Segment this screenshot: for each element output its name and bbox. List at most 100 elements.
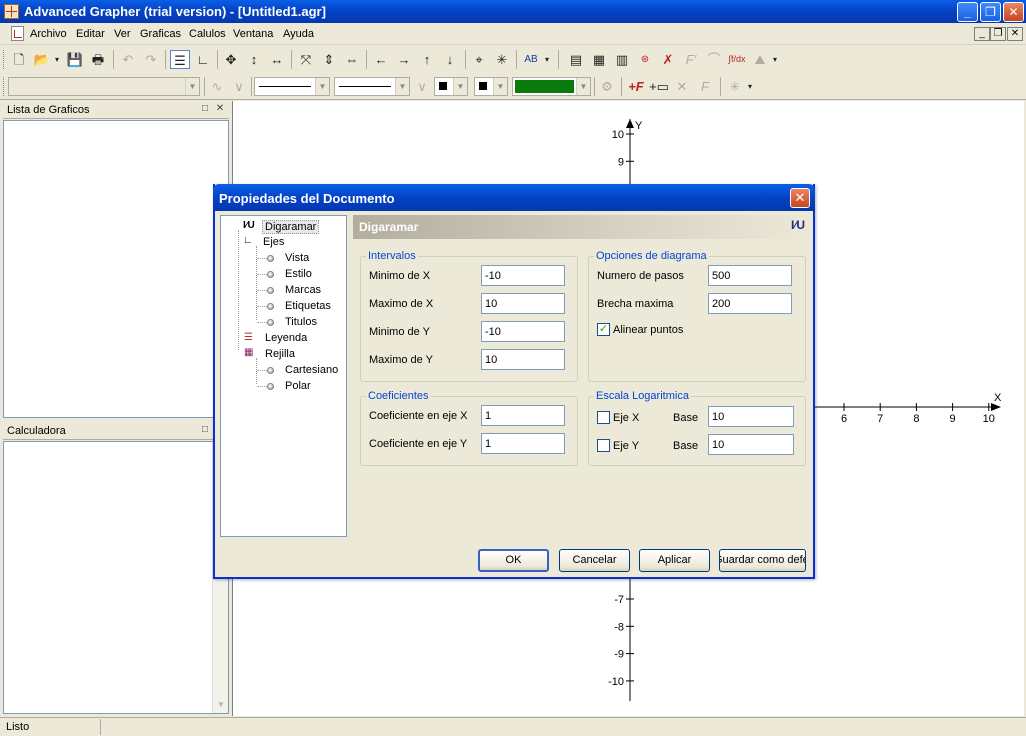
tree-item-cartesian[interactable]: Cartesiano — [285, 364, 338, 376]
menu-ver[interactable]: Ver — [114, 28, 131, 40]
arrow-left-icon[interactable]: ← — [371, 50, 391, 69]
sparkle-icon[interactable]: ✳ — [725, 77, 745, 96]
mdi-restore-button[interactable]: ❐ — [990, 27, 1006, 41]
mdi-minimize-button[interactable]: _ — [974, 27, 990, 41]
origin-icon[interactable]: ✳ — [492, 50, 512, 69]
graph-properties-icon[interactable]: ⚙ — [597, 77, 617, 96]
open-dropdown-icon[interactable]: ▾ — [52, 50, 62, 69]
dialog-title-bar[interactable]: Propiedades del Documento ✕ — [213, 184, 815, 211]
graph-list-panel[interactable] — [3, 120, 229, 418]
tree-item-labels[interactable]: Etiquetas — [285, 300, 331, 312]
text-label-dropdown-icon[interactable]: ▾ — [542, 50, 552, 69]
curve-smooth-icon[interactable]: ∿ — [207, 77, 227, 96]
toolbar-overflow-icon[interactable]: ▾ — [770, 50, 780, 69]
delete-graph-icon[interactable]: ✕ — [672, 77, 692, 96]
open-folder-icon[interactable]: 📂 — [32, 50, 52, 69]
restore-button[interactable]: ❐ — [980, 2, 1001, 22]
add-function-icon[interactable]: +F — [626, 77, 646, 96]
chevron-down-icon[interactable]: ▼ — [315, 78, 329, 95]
arrow-down-icon[interactable]: ↓ — [440, 50, 460, 69]
table-icon[interactable]: ▥ — [612, 50, 632, 69]
toolbar-overflow-icon[interactable]: ▾ — [745, 77, 755, 96]
tangent-icon[interactable]: ⌒ — [704, 50, 724, 69]
derivative-icon[interactable]: F' — [681, 50, 701, 69]
dialog-close-button[interactable]: ✕ — [790, 188, 810, 208]
menu-graficas[interactable]: Graficas — [140, 28, 181, 40]
document-icon[interactable] — [11, 26, 24, 41]
line-color-combo[interactable]: ▼ — [512, 77, 591, 96]
curve-angle-icon[interactable]: ∨ — [229, 77, 249, 96]
chevron-down-icon[interactable]: ▼ — [185, 78, 199, 95]
tree-item-style[interactable]: Estilo — [285, 268, 312, 280]
redo-icon[interactable]: ↷ — [141, 50, 161, 69]
menu-calulos[interactable]: Calulos — [189, 28, 226, 40]
cancel-button[interactable]: Cancelar — [559, 549, 630, 572]
chevron-down-icon[interactable]: ▼ — [493, 78, 507, 95]
ok-button[interactable]: OK — [478, 549, 549, 572]
log-y-label[interactable]: Eje Y — [613, 440, 639, 452]
new-file-icon[interactable]: 🗋 — [9, 50, 29, 69]
move-vertical-icon[interactable]: ↕ — [244, 50, 264, 69]
undo-icon[interactable]: ↶ — [118, 50, 138, 69]
scroll-down-icon[interactable]: ▼ — [215, 699, 227, 711]
value-search-icon[interactable]: ⊛ — [635, 50, 655, 69]
align-points-label[interactable]: Alinear puntos — [613, 324, 683, 336]
steps-input[interactable] — [708, 265, 792, 286]
min-y-input[interactable] — [481, 321, 565, 342]
log-y-checkbox[interactable] — [597, 439, 610, 452]
tree-item-marks[interactable]: Marcas — [285, 284, 321, 296]
marker-icon[interactable]: ∨ — [412, 77, 432, 96]
close-button[interactable]: ✕ — [1003, 2, 1024, 22]
close-icon[interactable]: ✕ — [214, 103, 226, 115]
fill-color-combo[interactable]: ▼ — [474, 77, 508, 96]
min-x-input[interactable] — [481, 265, 565, 286]
calculator-icon[interactable]: ▦ — [589, 50, 609, 69]
arrow-up-icon[interactable]: ↑ — [417, 50, 437, 69]
log-x-checkbox[interactable] — [597, 411, 610, 424]
calculator-panel[interactable]: ▼ — [3, 441, 229, 714]
area-icon[interactable]: ⛰ — [750, 50, 770, 69]
coef-x-input[interactable] — [481, 405, 565, 426]
intersection-icon[interactable]: ✗ — [658, 50, 678, 69]
line-style-combo[interactable]: ▼ — [254, 77, 330, 96]
pin-icon[interactable]: □ — [199, 103, 211, 115]
minimize-button[interactable]: _ — [957, 2, 978, 22]
zoom-vertical-icon[interactable]: ⇕ — [319, 50, 339, 69]
mdi-close-button[interactable]: ✕ — [1007, 27, 1023, 41]
line-width-combo[interactable]: ▼ — [334, 77, 410, 96]
coef-y-input[interactable] — [481, 433, 565, 454]
menu-ventana[interactable]: Ventana — [233, 28, 273, 40]
save-icon[interactable]: 💾 — [65, 50, 85, 69]
integral-icon[interactable]: ∫f/dx — [727, 50, 747, 69]
print-icon[interactable]: 🖶 — [88, 50, 108, 69]
move-all-icon[interactable]: ✥ — [221, 50, 241, 69]
tree-item-polar[interactable]: Polar — [285, 380, 311, 392]
toolbar-grip[interactable] — [3, 50, 6, 69]
save-default-button[interactable]: Guardar como defecto — [719, 549, 806, 572]
crosshair-icon[interactable]: ⌖ — [469, 50, 489, 69]
menu-ayuda[interactable]: Ayuda — [283, 28, 314, 40]
max-x-input[interactable] — [481, 293, 565, 314]
zoom-in-all-icon[interactable]: ⤧ — [296, 50, 316, 69]
menu-archivo[interactable]: Archivo — [30, 28, 67, 40]
chevron-down-icon[interactable]: ▼ — [576, 78, 590, 95]
document-properties-icon[interactable]: ▤ — [566, 50, 586, 69]
app-icon[interactable] — [4, 4, 19, 19]
gap-input[interactable] — [708, 293, 792, 314]
toolbar-grip[interactable] — [3, 77, 6, 96]
text-label-icon[interactable]: AB — [521, 50, 541, 69]
add-table-icon[interactable]: +▭ — [649, 77, 669, 96]
graph-select-combo[interactable]: ▼ — [8, 77, 200, 96]
arrow-right-icon[interactable]: → — [394, 50, 414, 69]
log-y-base-input[interactable] — [708, 434, 794, 455]
properties-tree[interactable]: I⁄U Digaramar ∟ Ejes Vista Estilo Marcas… — [220, 215, 347, 537]
align-points-checkbox[interactable]: ✓ — [597, 323, 610, 336]
tree-item-view[interactable]: Vista — [285, 252, 309, 264]
menu-editar[interactable]: Editar — [76, 28, 105, 40]
graph-list-toggle-icon[interactable]: ☰ — [170, 50, 190, 69]
log-x-base-input[interactable] — [708, 406, 794, 427]
chevron-down-icon[interactable]: ▼ — [453, 78, 467, 95]
apply-button[interactable]: Aplicar — [639, 549, 710, 572]
tree-item-titles[interactable]: Titulos — [285, 316, 317, 328]
chevron-down-icon[interactable]: ▼ — [395, 78, 409, 95]
